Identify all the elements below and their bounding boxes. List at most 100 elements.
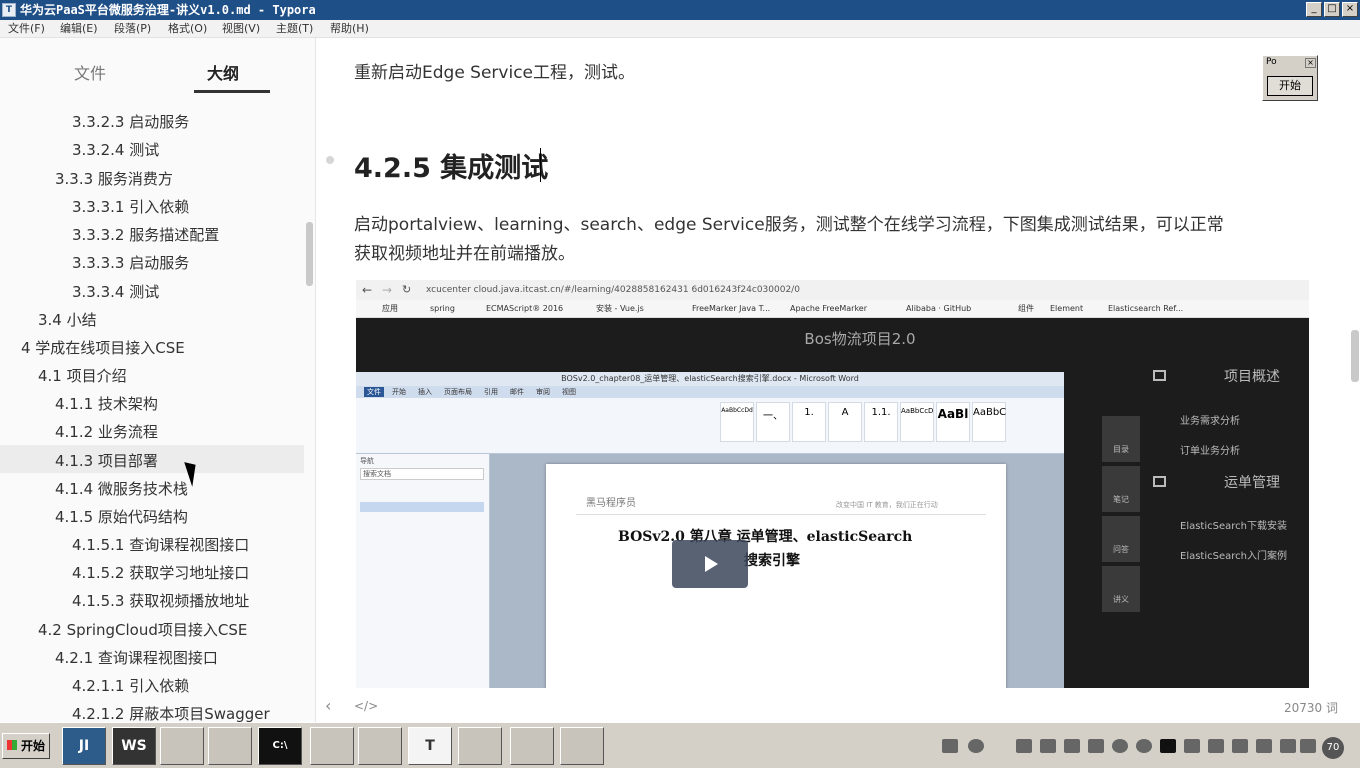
clock-badge[interactable]: 70 (1322, 737, 1344, 759)
paragraph-line[interactable]: 获取视频地址并在前端播放。 (354, 239, 575, 264)
taskbar-app-webstorm[interactable]: WS (112, 727, 156, 765)
outline-item[interactable]: 4.2.1.1 引入依赖 (72, 675, 189, 696)
taskbar-app-tool-icon[interactable] (358, 727, 402, 765)
editor-pane[interactable]: 重新启动Edge Service工程，测试。 4.2.5 集成测试 启动port… (317, 38, 1360, 722)
outline-item[interactable]: 4.1.2 业务流程 (55, 421, 158, 442)
taskbar-app-typora[interactable]: T (408, 727, 452, 765)
taskbar-app-turtle-icon[interactable] (208, 727, 252, 765)
tray-icon[interactable] (1088, 739, 1104, 753)
menu-help[interactable]: 帮助(H) (330, 20, 369, 38)
bookmark: Alibaba · GitHub (906, 304, 972, 313)
browser-address-bar: ← → ↻ xcucenter cloud.java.itcast.cn/#/l… (356, 280, 1309, 300)
course-lesson: 业务需求分析 (1180, 416, 1240, 427)
tray-icon[interactable] (1160, 739, 1176, 753)
outline-item[interactable]: 4.1.4 微服务技术栈 (55, 478, 188, 499)
menu-paragraph[interactable]: 段落(P) (114, 20, 151, 38)
paragraph[interactable]: 重新启动Edge Service工程，测试。 (354, 58, 635, 83)
network-icon[interactable] (1280, 739, 1296, 753)
word-nav-selected (360, 502, 484, 512)
taskbar-app-cmd[interactable]: C:\ (258, 727, 302, 765)
keyboard-icon[interactable] (942, 739, 958, 753)
maximize-button[interactable]: □ (1324, 2, 1340, 17)
outline-item[interactable]: 3.3.3.4 测试 (72, 281, 159, 302)
taskbar-app-globe-icon[interactable] (510, 727, 554, 765)
taskbar-app-window-icon[interactable] (560, 727, 604, 765)
word-navigation-pane: 导航 搜索文档 (356, 454, 490, 688)
outline-item[interactable]: 4.2 SpringCloud项目接入CSE (38, 619, 247, 640)
outline-item[interactable]: 4 学成在线项目接入CSE (21, 337, 185, 358)
bookmark: 安装 - Vue.js (596, 304, 644, 313)
outline-item[interactable]: 4.2.1 查询课程视图接口 (55, 647, 218, 668)
volume-icon[interactable] (1256, 739, 1272, 753)
tray-icon[interactable] (1232, 739, 1248, 753)
outline-item[interactable]: 4.1.3 项目部署 (55, 450, 158, 471)
taskbar-app-intellij[interactable]: JI (62, 727, 106, 765)
outline-item[interactable]: 3.3.3.1 引入依赖 (72, 196, 189, 217)
popup-start-button[interactable]: 开始 (1267, 76, 1313, 96)
sidebar-scrollbar[interactable] (306, 222, 313, 286)
menu-edit[interactable]: 编辑(E) (60, 20, 98, 38)
help-icon[interactable] (968, 739, 984, 753)
tray-icon[interactable] (1208, 739, 1224, 753)
minimize-button[interactable]: _ (1306, 2, 1322, 17)
tab-outline[interactable]: 大纲 (207, 60, 239, 84)
paragraph-line[interactable]: 启动portalview、learning、search、edge Servic… (354, 210, 1224, 235)
course-section-heading: 运单管理 (1224, 475, 1280, 491)
outline-item[interactable]: 3.4 小结 (38, 309, 97, 330)
course-lesson: ElasticSearch入门案例 (1180, 551, 1287, 562)
source-mode-toggle[interactable]: </> (354, 699, 378, 713)
outline-item[interactable]: 4.1.1 技术架构 (55, 393, 158, 414)
close-button[interactable]: × (1342, 2, 1358, 17)
bluetooth-icon[interactable] (1184, 739, 1200, 753)
doc-header-rule (576, 514, 986, 515)
outline-item[interactable]: 3.3.2.3 启动服务 (72, 111, 189, 132)
word-tab: 插入 (418, 388, 432, 396)
menu-theme[interactable]: 主题(T) (276, 20, 313, 38)
window-titlebar: T 华为云PaaS平台微服务治理-讲义v1.0.md - Typora _ □ … (0, 0, 1360, 20)
outline-item[interactable]: 3.3.3 服务消费方 (55, 168, 173, 189)
tab-files[interactable]: 文件 (74, 60, 106, 84)
popup-close-button[interactable]: × (1305, 58, 1316, 68)
editor-scrollbar[interactable] (1351, 330, 1359, 382)
word-page: 黑马程序员 改变中国 IT 教育，我们正在行动 BOSv2.0 第八章 运单管理… (546, 464, 1006, 688)
word-style: AaBbC (972, 402, 1006, 442)
outline-item[interactable]: 3.3.3.3 启动服务 (72, 252, 189, 273)
taskbar-app-chrome-icon[interactable] (310, 727, 354, 765)
reload-icon: ↻ (402, 283, 412, 296)
outline-item[interactable]: 4.1.5.2 获取学习地址接口 (72, 562, 249, 583)
menu-format[interactable]: 格式(O) (168, 20, 207, 38)
taskbar: 开始 JI WS C:\ T 70 (0, 722, 1360, 768)
menu-view[interactable]: 视图(V) (222, 20, 260, 38)
outline-item[interactable]: 4.2.1.2 屏蔽本项目Swagger (72, 703, 270, 724)
taskbar-app-printer-icon[interactable] (458, 727, 502, 765)
window-title: 华为云PaaS平台微服务治理-讲义v1.0.md - Typora (20, 3, 316, 17)
word-ribbon-tabs: 文件 开始 插入 页面布局 引用 邮件 审阅 视图 (356, 386, 1064, 398)
tray-icon[interactable] (1064, 739, 1080, 753)
word-tab: 引用 (484, 388, 498, 396)
sidebar: 文件 大纲 3.3.2.3 启动服务 3.3.2.4 测试 3.3.3 服务消费… (0, 38, 316, 724)
browser-url: xcucenter cloud.java.itcast.cn/#/learnin… (426, 285, 800, 295)
outline-item[interactable]: 4.1.5 原始代码结构 (55, 506, 188, 527)
outline-item[interactable]: 4.1.5.1 查询课程视图接口 (72, 534, 249, 555)
outline-item[interactable]: 4.1.5.3 获取视频播放地址 (72, 590, 249, 611)
tray-icon[interactable] (1112, 739, 1128, 753)
outline-item[interactable]: 3.3.3.2 服务描述配置 (72, 224, 219, 245)
doc-title: BOSv2.0 第八章 运单管理、elasticSearch (618, 529, 913, 545)
section-heading[interactable]: 4.2.5 集成测试 (354, 146, 548, 185)
tray-icon[interactable] (1040, 739, 1056, 753)
course-section-heading: 项目概述 (1224, 369, 1280, 385)
outline-item[interactable]: 4.1 项目介绍 (38, 365, 127, 386)
word-title: BOSv2.0_chapter08_运单管理、elasticSearch搜索引擎… (356, 372, 1064, 386)
outline-item[interactable]: 3.3.2.4 测试 (72, 139, 159, 160)
bookmark: spring (430, 304, 455, 313)
tray-icon[interactable] (1136, 739, 1152, 753)
word-count[interactable]: 20730 词 (1284, 699, 1338, 716)
tray-icon[interactable] (1016, 739, 1032, 753)
bookmark: Apache FreeMarker (790, 304, 868, 313)
tray-icon[interactable] (1300, 739, 1316, 753)
bookmark: Element (1050, 304, 1084, 313)
taskbar-app-bird-icon[interactable] (160, 727, 204, 765)
toggle-sidebar-icon[interactable]: ‹ (325, 696, 331, 715)
start-button[interactable]: 开始 (2, 733, 50, 759)
menu-file[interactable]: 文件(F) (8, 20, 45, 38)
